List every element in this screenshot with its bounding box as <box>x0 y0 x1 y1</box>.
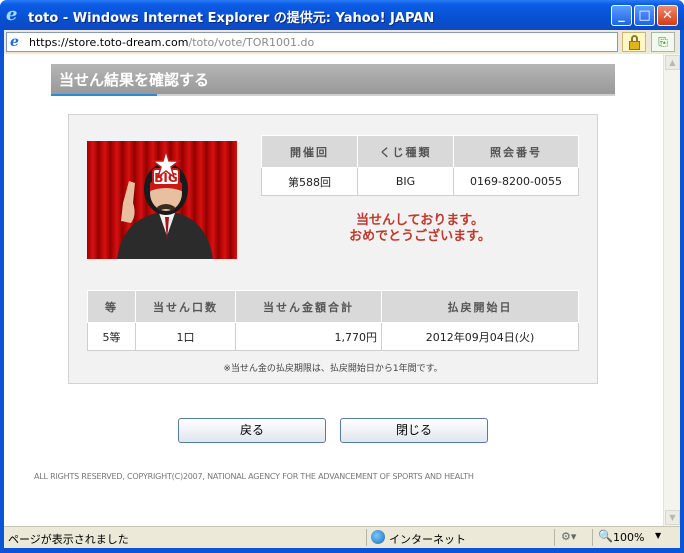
header-lottery-type: くじ種類 <box>357 135 454 168</box>
address-bar: e https://store.toto-dream.com/toto/vote… <box>4 30 680 54</box>
chevron-down-icon[interactable]: ▼ <box>655 531 661 540</box>
compatibility-view-button[interactable]: ⎘ <box>651 32 675 52</box>
result-panel: BIG 開催回 くじ種類 照会番号 第588回 BIG 0169-8200-00… <box>68 114 598 384</box>
title-bar[interactable]: e toto - Windows Internet Explorer の提供元:… <box>0 0 684 30</box>
cell-rank: 5等 <box>87 322 136 351</box>
back-button[interactable]: 戻る <box>178 418 326 443</box>
page-viewport: 当せん結果を確認する BIG 開催回 くじ種類 照会番号 第588回 BIG 0… <box>4 54 680 526</box>
cell-inquiry-number: 0169-8200-0055 <box>453 167 579 196</box>
browser-window: e toto - Windows Internet Explorer の提供元:… <box>0 0 684 553</box>
copyright-text: ALL RIGHTS RESERVED, COPYRIGHT(C)2007, N… <box>34 472 474 481</box>
winning-message-line2: おめでとうございます。 <box>349 229 491 244</box>
page-title-bar: 当せん結果を確認する <box>51 64 615 94</box>
cell-round: 第588回 <box>261 167 358 196</box>
zoom-icon: 🔍 <box>598 529 613 543</box>
table-row: 第588回 BIG 0169-8200-0055 <box>261 167 579 196</box>
status-text: ページが表示されました <box>8 533 129 546</box>
status-bar: ページが表示されました インターネット ⚙▾ 🔍 100% ▼ <box>4 526 680 548</box>
table-row: 5等 1口 1,770円 2012年09月04日(火) <box>87 322 579 351</box>
ie-logo-icon: e <box>6 4 18 25</box>
header-rank: 等 <box>87 290 136 323</box>
title-underline <box>51 94 615 96</box>
cell-prize-total: 1,770円 <box>235 322 382 351</box>
big-mascot-image: BIG <box>87 141 237 259</box>
minimize-button[interactable]: _ <box>611 5 632 26</box>
prize-table: 等 当せん口数 当せん金額合計 払戻開始日 5等 1口 1,770円 2012年… <box>87 290 579 351</box>
winning-message: 当せんしております。 おめでとうございます。 <box>261 213 579 245</box>
header-winning-units: 当せん口数 <box>135 290 236 323</box>
cell-lottery-type: BIG <box>357 167 454 196</box>
vertical-scrollbar[interactable]: ▲ ▼ <box>663 54 680 526</box>
mascot-illustration: BIG <box>117 148 213 259</box>
close-button[interactable]: 閉じる <box>340 418 488 443</box>
header-payout-start: 払戻開始日 <box>381 290 579 323</box>
cell-winning-units: 1口 <box>135 322 236 351</box>
security-lock-button[interactable] <box>622 32 646 52</box>
page-icon: e <box>10 34 19 50</box>
compatibility-icon: ⎘ <box>658 35 668 49</box>
security-zone-label[interactable]: インターネット <box>389 531 466 547</box>
close-window-button[interactable]: ✕ <box>657 5 678 26</box>
header-round: 開催回 <box>261 135 358 168</box>
header-prize-total: 当せん金額合計 <box>235 290 382 323</box>
scroll-down-icon[interactable]: ▼ <box>665 510 680 525</box>
winning-message-line1: 当せんしております。 <box>356 213 484 228</box>
page-title: 当せん結果を確認する <box>59 71 210 89</box>
internet-zone-icon <box>371 530 385 544</box>
maximize-button[interactable]: □ <box>634 5 655 26</box>
scroll-up-icon[interactable]: ▲ <box>665 55 680 70</box>
url-text: https://store.toto-dream.com/toto/vote/T… <box>29 36 315 49</box>
address-input[interactable]: e https://store.toto-dream.com/toto/vote… <box>6 32 618 52</box>
payout-deadline-note: ※当せん金の払戻期限は、払戻開始日から1年間です。 <box>223 364 443 374</box>
zoom-level[interactable]: 100% <box>613 531 644 544</box>
cell-payout-start: 2012年09月04日(火) <box>381 322 579 351</box>
header-inquiry-number: 照会番号 <box>453 135 579 168</box>
window-title: toto - Windows Internet Explorer の提供元: Y… <box>28 11 435 26</box>
lottery-info-table: 開催回 くじ種類 照会番号 第588回 BIG 0169-8200-0055 <box>261 135 579 196</box>
protected-mode-icon[interactable]: ⚙▾ <box>561 530 576 543</box>
